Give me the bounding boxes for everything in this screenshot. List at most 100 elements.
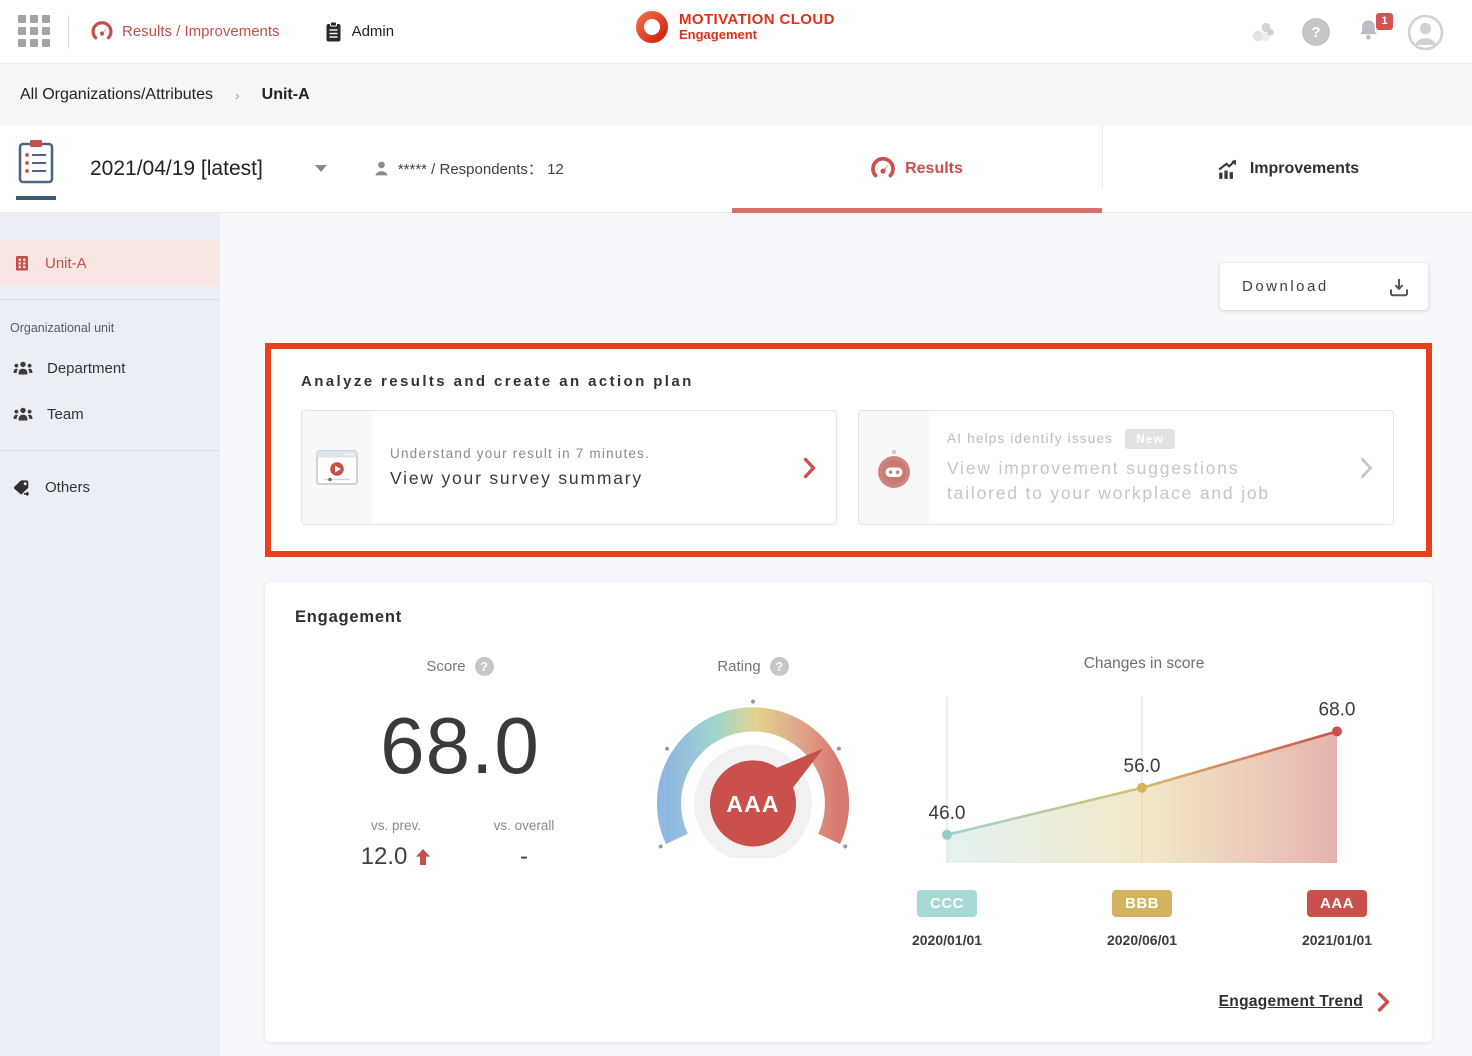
sidebar-section-label: Organizational unit [0, 313, 220, 345]
chart-title: Changes in score [909, 655, 1379, 673]
motivation-cloud-ring-icon [635, 10, 669, 44]
score-label: Score [426, 658, 465, 675]
download-label: Download [1242, 278, 1329, 295]
chart-date: 2020/06/01 [1107, 932, 1177, 948]
svg-text:56.0: 56.0 [1124, 756, 1161, 777]
survey-date-dropdown[interactable]: 2021/04/19 [latest] [90, 157, 327, 181]
score-column: Score ? 68.0 vs. prev. 12.0 [295, 649, 625, 950]
sidebar-divider [0, 299, 220, 300]
chart-dates-row: 2020/01/01 2020/06/01 2021/01/01 [909, 932, 1379, 950]
sidebar-divider [0, 450, 220, 451]
vs-overall-value: - [520, 843, 528, 871]
ai-robot-icon [874, 445, 914, 491]
survey-nav-item[interactable] [16, 138, 56, 200]
results-improvements-tabs: Results Improvements [732, 125, 1472, 213]
engagement-trend-label: Engagement Trend [1219, 993, 1363, 1011]
tab-improvements[interactable]: Improvements [1102, 125, 1472, 213]
building-icon [13, 254, 31, 272]
sidebar-item-label: Department [47, 360, 125, 377]
chart-column: Changes in score 46.0 56.0 68.0 CCC BBB AA… [881, 649, 1402, 950]
breadcrumb-current: Unit-A [262, 86, 310, 104]
rating-badge-aaa: AAA [1307, 890, 1367, 917]
new-badge: New [1125, 429, 1175, 449]
sidebar-item-label: Unit-A [45, 255, 87, 272]
nav-admin[interactable]: Admin [324, 21, 395, 43]
rating-help-icon[interactable]: ? [770, 657, 789, 676]
survey-header: 2021/04/19 [latest] ***** / Respondents：… [0, 125, 1472, 213]
sidebar-item-team[interactable]: Team [0, 391, 220, 437]
sidebar-item-label: Team [47, 406, 84, 423]
breadcrumb: All Organizations/Attributes › Unit-A [0, 64, 1472, 125]
survey-date-label: 2021/04/19 [latest] [90, 157, 263, 181]
vs-overall-label: vs. overall [460, 818, 588, 833]
notifications-button[interactable]: 1 [1356, 17, 1381, 48]
user-avatar[interactable] [1407, 14, 1444, 51]
engagement-title: Engagement [295, 608, 1402, 627]
help-glyph: ? [1311, 24, 1320, 41]
breadcrumb-root[interactable]: All Organizations/Attributes [20, 86, 213, 104]
breadcrumb-separator-icon: › [235, 87, 240, 103]
nav-results-improvements-label: Results / Improvements [122, 23, 280, 40]
notification-badge: 1 [1376, 13, 1393, 30]
robot-iconbox [859, 411, 929, 524]
ai-suggestions-card[interactable]: AI helps identify issues New View improv… [858, 410, 1394, 525]
respondents-label: ***** / Respondents： 12 [398, 158, 564, 179]
sidebar: Unit-A Organizational unit Department Te… [0, 213, 220, 1056]
main-content: Download Analyze results and create an a… [220, 213, 1472, 1056]
video-player-icon [316, 450, 358, 486]
analyze-section-annotation-box: Analyze results and create an action pla… [265, 343, 1432, 557]
svg-text:68.0: 68.0 [1319, 699, 1356, 720]
rating-label: Rating [717, 658, 760, 675]
nav-results-improvements[interactable]: Results / Improvements [91, 21, 280, 43]
chevron-right-icon [803, 457, 816, 479]
nav-admin-label: Admin [352, 23, 395, 40]
chart-date: 2021/01/01 [1302, 932, 1372, 948]
card-subtitle: AI helps identify issues [947, 431, 1113, 446]
tab-improvements-label: Improvements [1250, 160, 1359, 178]
survey-clipboard-icon [16, 138, 56, 185]
chevron-right-icon [1360, 457, 1373, 479]
rating-badge-ccc: CCC [917, 890, 977, 917]
card-title: View improvement suggestions tailored to… [947, 456, 1340, 507]
download-button[interactable]: Download [1220, 263, 1428, 310]
rating-value: AAA [726, 791, 779, 817]
analyze-heading: Analyze results and create an action pla… [301, 373, 1394, 390]
tag-icon [13, 478, 31, 496]
engagement-trend-link[interactable]: Engagement Trend [1219, 992, 1390, 1012]
vs-prev-value: 12.0 [361, 843, 408, 871]
app-launcher-grid-icon[interactable] [18, 15, 52, 49]
rating-badge-bbb: BBB [1112, 890, 1172, 917]
score-help-icon[interactable]: ? [475, 657, 494, 676]
tab-results[interactable]: Results [732, 125, 1102, 213]
vs-prev-label: vs. prev. [332, 818, 460, 833]
sidebar-item-label: Others [45, 479, 90, 496]
engagement-panel: Engagement Score ? 68.0 vs. prev. 12.0 [265, 582, 1432, 1042]
tab-results-label: Results [905, 160, 963, 178]
gauge-icon [91, 21, 113, 43]
admin-clipboard-icon [324, 21, 343, 43]
respondents-info: ***** / Respondents： 12 [373, 158, 564, 179]
brand-logo: MOTIVATION CLOUD Engagement [635, 10, 835, 44]
sidebar-item-unit-a[interactable]: Unit-A [0, 240, 220, 286]
changes-in-score-chart: 46.0 56.0 68.0 [909, 683, 1379, 875]
logo-title: MOTIVATION CLOUD [679, 11, 835, 28]
sidebar-item-others[interactable]: Others [0, 464, 220, 510]
group-icon [13, 361, 33, 376]
chevron-down-icon [315, 165, 327, 172]
group-icon [13, 407, 33, 422]
svg-text:46.0: 46.0 [929, 803, 966, 824]
survey-summary-card[interactable]: Understand your result in 7 minutes. Vie… [301, 410, 837, 525]
score-value: 68.0 [295, 700, 625, 792]
gauge-icon [871, 157, 895, 181]
logo-subtitle: Engagement [679, 28, 835, 43]
sidebar-item-department[interactable]: Department [0, 345, 220, 391]
topbar-divider [68, 15, 69, 49]
apps-cluster-icon[interactable] [1249, 19, 1276, 46]
rating-gauge: AAA [648, 690, 858, 858]
topbar: Results / Improvements Admin MOTIVATION … [0, 0, 1472, 64]
arrow-up-icon [415, 848, 431, 866]
help-icon[interactable]: ? [1302, 18, 1330, 46]
rating-column: Rating ? [625, 649, 881, 950]
improvements-chart-icon [1215, 157, 1240, 182]
card-title: View your survey summary [390, 468, 783, 489]
